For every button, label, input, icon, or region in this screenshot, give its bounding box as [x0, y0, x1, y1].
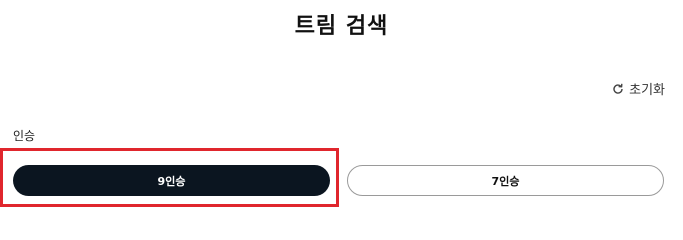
refresh-icon — [612, 83, 624, 95]
reset-button[interactable]: 초기화 — [612, 79, 665, 98]
seating-filter-label: 인승 — [13, 129, 36, 143]
reset-label: 초기화 — [629, 83, 665, 98]
option-9-seater-button[interactable]: 9인승 — [13, 165, 330, 196]
option-9-seater-label: 9인승 — [157, 174, 186, 188]
option-7-seater-label: 7인승 — [491, 174, 520, 188]
page-title: 트림 검색 — [294, 14, 389, 39]
option-7-seater-button[interactable]: 7인승 — [347, 165, 664, 196]
